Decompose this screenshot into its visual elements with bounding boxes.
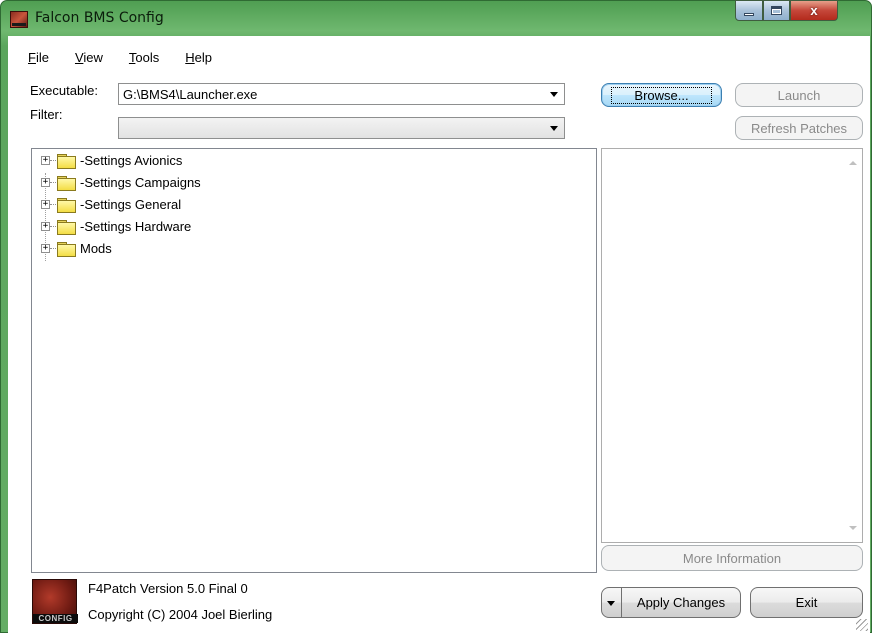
tree-item-label: -Settings General <box>80 196 182 212</box>
client-area: File View Tools Help Executable: G:\BMS4… <box>8 36 870 633</box>
tree-item-label: -Settings Avionics <box>80 152 183 168</box>
tree-item-settings-hardware[interactable]: + -Settings Hardware <box>41 215 191 237</box>
app-window: Falcon BMS Config x File View Tools Help… <box>0 0 872 633</box>
maximize-icon <box>771 6 782 15</box>
executable-value: G:\BMS4\Launcher.exe <box>123 87 258 102</box>
tree-dots <box>50 225 56 227</box>
browse-button[interactable]: Browse... <box>601 83 722 107</box>
browse-button-label: Browse... <box>611 86 712 104</box>
scroll-up-icon[interactable] <box>849 161 857 165</box>
menu-bar: File View Tools Help <box>8 50 220 70</box>
chevron-down-icon[interactable] <box>550 92 558 97</box>
menu-view[interactable]: View <box>57 50 111 70</box>
tree-item-label: Mods <box>80 240 112 256</box>
close-button[interactable]: x <box>790 0 838 21</box>
tree-dots <box>50 203 56 205</box>
folder-icon <box>57 175 76 191</box>
launch-button[interactable]: Launch <box>735 83 863 107</box>
chevron-down-icon[interactable] <box>550 126 558 131</box>
more-information-button[interactable]: More Information <box>601 545 863 571</box>
tree-item-settings-avionics[interactable]: + -Settings Avionics <box>41 149 182 171</box>
tree-item-settings-campaigns[interactable]: + -Settings Campaigns <box>41 171 201 193</box>
tree-item-label: -Settings Campaigns <box>80 174 201 190</box>
tree-dots <box>50 159 56 161</box>
app-icon[interactable] <box>10 11 28 28</box>
tree-item-mods[interactable]: + Mods <box>41 237 112 259</box>
executable-combobox[interactable]: G:\BMS4\Launcher.exe <box>118 83 565 105</box>
window-title: Falcon BMS Config <box>35 10 164 26</box>
expand-icon[interactable]: + <box>41 199 50 209</box>
apply-options-dropdown-button[interactable] <box>601 587 622 618</box>
expand-icon[interactable]: + <box>41 243 50 253</box>
vertical-scrollbar[interactable] <box>845 149 862 542</box>
minimize-icon <box>744 13 754 16</box>
folder-icon <box>57 219 76 235</box>
close-icon: x <box>810 3 818 18</box>
menu-help[interactable]: Help <box>167 50 220 70</box>
menu-tools[interactable]: Tools <box>111 50 167 70</box>
expand-icon[interactable]: + <box>41 155 50 165</box>
description-pane[interactable] <box>601 148 863 543</box>
copyright-text: Copyright (C) 2004 Joel Bierling <box>88 607 273 622</box>
tree-item-label: -Settings Hardware <box>80 218 192 234</box>
chevron-down-icon <box>607 601 615 606</box>
filter-label: Filter: <box>30 107 63 122</box>
version-text: F4Patch Version 5.0 Final 0 <box>88 581 248 596</box>
config-logo: CONFIG <box>32 579 78 624</box>
menu-file[interactable]: File <box>8 50 57 70</box>
apply-changes-button[interactable]: Apply Changes <box>622 587 741 618</box>
exit-button[interactable]: Exit <box>750 587 863 618</box>
maximize-button[interactable] <box>763 0 790 21</box>
filter-combobox[interactable] <box>118 117 565 139</box>
scroll-down-icon[interactable] <box>849 526 857 530</box>
expand-icon[interactable]: + <box>41 221 50 231</box>
patch-tree[interactable]: + -Settings Avionics + -Settings Campaig… <box>31 148 597 573</box>
folder-icon <box>57 153 76 169</box>
config-logo-text: CONFIG <box>33 614 78 623</box>
minimize-button[interactable] <box>735 0 763 21</box>
folder-icon <box>57 197 76 213</box>
folder-icon <box>57 241 76 257</box>
expand-icon[interactable]: + <box>41 177 50 187</box>
tree-dots <box>50 181 56 183</box>
title-bar[interactable]: Falcon BMS Config x <box>0 0 872 36</box>
tree-dots <box>50 247 56 249</box>
tree-item-settings-general[interactable]: + -Settings General <box>41 193 181 215</box>
refresh-patches-button[interactable]: Refresh Patches <box>735 116 863 140</box>
resize-grip[interactable] <box>856 619 868 631</box>
executable-label: Executable: <box>30 83 98 98</box>
